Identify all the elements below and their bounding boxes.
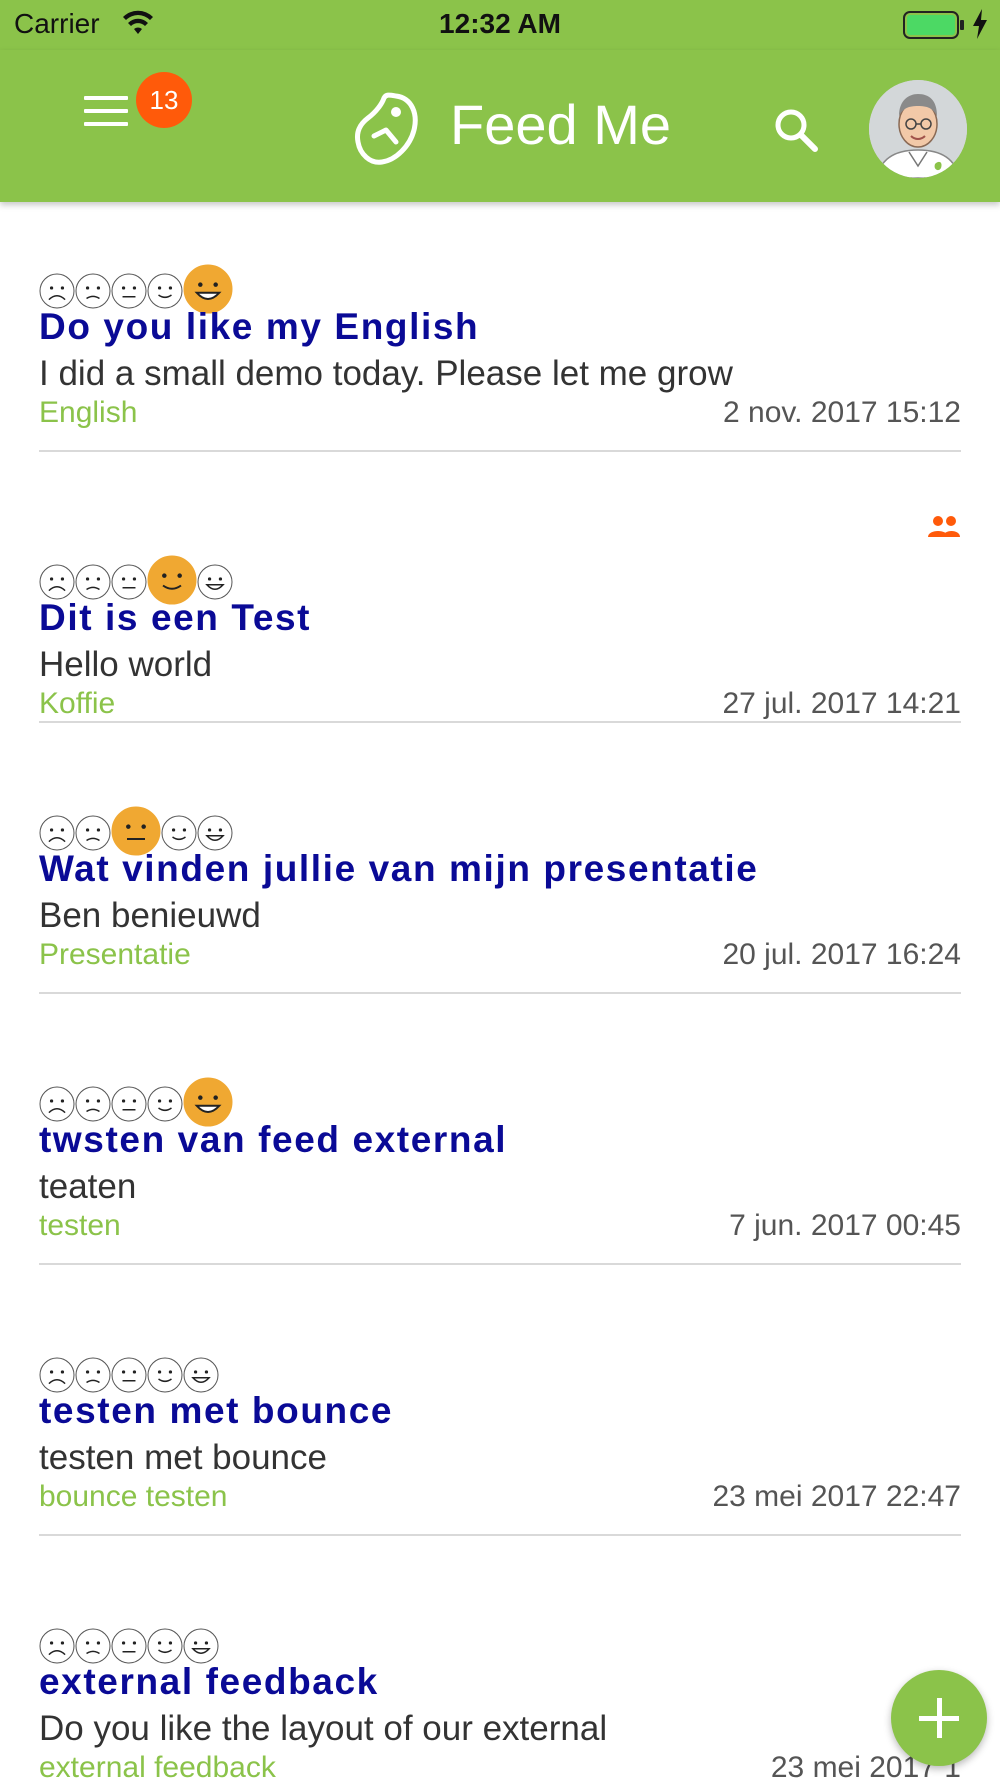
battery-icon (903, 11, 964, 39)
very-unhappy-face-icon[interactable] (39, 815, 75, 851)
neutral-face-icon[interactable] (111, 1357, 147, 1393)
feed-description: Ben benieuwd (39, 896, 261, 935)
happy-face-icon[interactable] (147, 1628, 183, 1664)
feed-item[interactable]: testen met bounce testen met bounce bounce… (39, 1286, 961, 1536)
feed-tag: testen (39, 1209, 121, 1242)
unhappy-face-icon[interactable] (75, 1357, 111, 1393)
very-happy-face-icon[interactable] (197, 815, 233, 851)
feed-item[interactable]: twsten van feed external teaten testen 7 ju… (39, 1015, 961, 1265)
unhappy-face-icon[interactable] (75, 815, 111, 851)
status-time: 12:32 AM (439, 8, 561, 39)
feed-date: 23 mei 2017 22:47 (712, 1480, 961, 1513)
menu-button[interactable] (76, 84, 136, 140)
very-unhappy-face-icon[interactable] (39, 564, 75, 600)
unhappy-face-icon[interactable] (75, 564, 111, 600)
feed-title: Dit is een Test (39, 597, 312, 638)
happy-face-icon[interactable] (147, 1086, 183, 1122)
add-feed-button[interactable] (891, 1670, 987, 1766)
neutral-face-icon[interactable] (111, 1628, 147, 1664)
feed-item[interactable]: Dit is een Test Hello world Koffie 27 jul. … (39, 473, 961, 723)
group-icon (928, 516, 960, 537)
feed-tag: Presentatie (39, 938, 191, 971)
feed-tag: bounce testen (39, 1480, 228, 1513)
feed-date: 2 nov. 2017 15:12 (723, 396, 961, 429)
very-happy-face-icon[interactable] (183, 1628, 219, 1664)
search-icon[interactable] (772, 106, 820, 154)
happy-face-icon[interactable] (161, 815, 197, 851)
feed-description: testen met bounce (39, 1438, 327, 1477)
happy-face-icon[interactable] (147, 273, 183, 309)
feed-item[interactable]: Wat vinden jullie van mijn presentatie Be… (39, 744, 961, 994)
neutral-face-icon[interactable] (111, 273, 147, 309)
feed-date: 7 jun. 2017 00:45 (729, 1209, 961, 1242)
unhappy-face-icon[interactable] (75, 1086, 111, 1122)
very-happy-face-icon[interactable] (197, 564, 233, 600)
very-happy-face-icon[interactable] (183, 1357, 219, 1393)
feed-description: I did a small demo today. Please let me … (39, 354, 733, 393)
user-avatar[interactable] (869, 80, 967, 178)
feedme-logo-icon (355, 92, 418, 165)
unhappy-face-icon[interactable] (75, 273, 111, 309)
feed-description: Do you like the layout of our external (39, 1709, 608, 1748)
neutral-face-icon[interactable] (111, 564, 147, 600)
feed-item[interactable]: external feedback Do you like the layout … (39, 1557, 961, 1778)
neutral-face-icon[interactable] (111, 1086, 147, 1122)
notification-badge: 13 (136, 72, 192, 128)
feed-title: external feedback (39, 1661, 379, 1702)
feed-title: Wat vinden jullie van mijn presentatie (39, 848, 759, 889)
app-title: Feed Me (450, 93, 671, 156)
feed-date: 20 jul. 2017 16:24 (722, 938, 961, 971)
feed-title: twsten van feed external (39, 1119, 508, 1160)
feed-item[interactable]: Do you like my English I did a small demo… (39, 202, 961, 452)
feed-description: Hello world (39, 645, 213, 684)
feed-date: 27 jul. 2017 14:21 (722, 687, 961, 720)
charging-bolt-icon (973, 9, 987, 39)
very-unhappy-face-icon[interactable] (39, 1086, 75, 1122)
very-unhappy-face-icon[interactable] (39, 273, 75, 309)
status-bar: Carrier 12:32 AM (0, 0, 1000, 50)
unhappy-face-icon[interactable] (75, 1628, 111, 1664)
very-unhappy-face-icon[interactable] (39, 1628, 75, 1664)
feed-tag: external feedback (39, 1751, 276, 1778)
feed-title: testen met bounce (39, 1390, 394, 1431)
happy-face-icon[interactable] (147, 1357, 183, 1393)
feed-tag: English (39, 396, 138, 429)
feed-tag: Koffie (39, 687, 116, 720)
feed-title: Do you like my English (39, 306, 480, 347)
very-unhappy-face-icon[interactable] (39, 1357, 75, 1393)
feed-description: teaten (39, 1167, 137, 1206)
feed-list[interactable]: Do you like my English I did a small demo… (0, 202, 1000, 1778)
